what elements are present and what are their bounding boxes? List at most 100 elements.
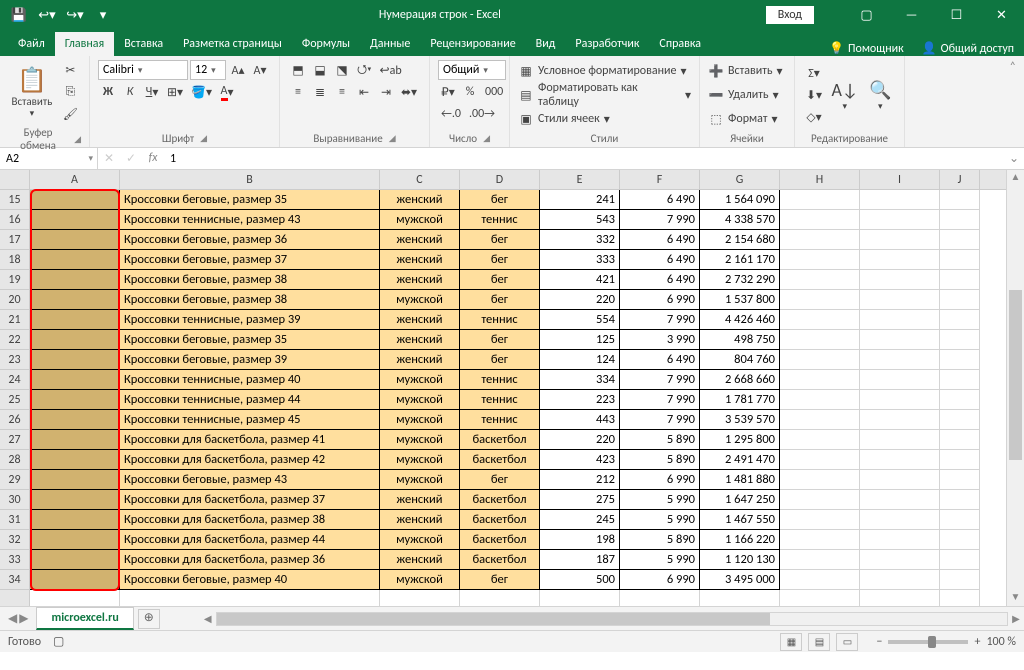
cell[interactable] xyxy=(30,450,120,470)
cancel-formula-icon[interactable]: ✕ xyxy=(98,151,120,166)
page-break-view-icon[interactable]: ▭ xyxy=(836,633,858,651)
cell[interactable]: 4 338 570 xyxy=(700,210,780,230)
align-center-icon[interactable]: ≣ xyxy=(310,82,330,102)
row-header[interactable]: 32 xyxy=(0,530,30,550)
cell[interactable] xyxy=(30,550,120,570)
decrease-indent-icon[interactable]: ⇤ xyxy=(354,82,374,102)
row-header[interactable]: 28 xyxy=(0,450,30,470)
cell[interactable] xyxy=(860,230,940,250)
cell[interactable] xyxy=(780,430,860,450)
cell[interactable]: Кроссовки беговые, размер 38 xyxy=(120,290,380,310)
cell[interactable]: 4 426 460 xyxy=(700,310,780,330)
cell[interactable]: 6 490 xyxy=(620,190,700,210)
cell[interactable]: бег xyxy=(460,350,540,370)
cell[interactable]: 7 990 xyxy=(620,210,700,230)
cell[interactable] xyxy=(860,350,940,370)
align-middle-icon[interactable]: ⬓ xyxy=(310,60,330,80)
format-cells-button[interactable]: ⬚Формат▾ xyxy=(708,108,778,130)
row-header[interactable]: 27 xyxy=(0,430,30,450)
cell[interactable]: 804 760 xyxy=(700,350,780,370)
cell[interactable] xyxy=(30,530,120,550)
italic-button[interactable]: К xyxy=(120,82,140,102)
row-header[interactable]: 33 xyxy=(0,550,30,570)
cell[interactable]: 554 xyxy=(540,310,620,330)
tab-справка[interactable]: Справка xyxy=(649,32,711,56)
cell[interactable]: 332 xyxy=(540,230,620,250)
minimize-icon[interactable]: — xyxy=(889,0,934,30)
cell[interactable]: Кроссовки беговые, размер 35 xyxy=(120,190,380,210)
cell[interactable]: Кроссовки для баскетбола, размер 42 xyxy=(120,450,380,470)
cell[interactable]: мужской xyxy=(380,210,460,230)
cell[interactable]: 2 161 170 xyxy=(700,250,780,270)
wrap-text-icon[interactable]: ↩ab xyxy=(377,60,405,80)
cell[interactable]: 1 166 220 xyxy=(700,530,780,550)
column-header[interactable]: B xyxy=(120,170,380,189)
cell[interactable]: 421 xyxy=(540,270,620,290)
column-header[interactable]: H xyxy=(780,170,860,189)
decrease-decimal-icon[interactable]: .00→ xyxy=(466,104,498,124)
cell[interactable] xyxy=(30,490,120,510)
font-color-button[interactable]: A▾ xyxy=(217,82,237,102)
zoom-out-icon[interactable]: − xyxy=(876,635,882,649)
cell[interactable] xyxy=(30,350,120,370)
cell[interactable]: Кроссовки беговые, размер 38 xyxy=(120,270,380,290)
cell[interactable]: Кроссовки теннисные, размер 45 xyxy=(120,410,380,430)
cell[interactable] xyxy=(540,590,620,606)
enter-formula-icon[interactable]: ✓ xyxy=(120,151,142,166)
select-all-corner[interactable] xyxy=(0,170,30,190)
cell[interactable]: 5 890 xyxy=(620,450,700,470)
zoom-level[interactable]: 100 % xyxy=(986,635,1016,649)
cell[interactable]: баскетбол xyxy=(460,430,540,450)
normal-view-icon[interactable]: ▦ xyxy=(780,633,802,651)
cell[interactable] xyxy=(940,550,980,570)
add-sheet-button[interactable]: ⊕ xyxy=(138,609,160,629)
cell[interactable] xyxy=(780,250,860,270)
login-button[interactable]: Вход xyxy=(766,6,814,24)
sheet-next-icon[interactable]: ▶ xyxy=(19,611,28,626)
cell[interactable] xyxy=(780,230,860,250)
redo-icon[interactable]: ↪▾ xyxy=(64,4,86,26)
cell[interactable]: 275 xyxy=(540,490,620,510)
cell[interactable]: 3 539 570 xyxy=(700,410,780,430)
cell[interactable] xyxy=(860,310,940,330)
cell[interactable] xyxy=(860,430,940,450)
cut-icon[interactable]: ✂ xyxy=(60,60,81,80)
cell[interactable] xyxy=(860,590,940,606)
cell[interactable]: 1 537 800 xyxy=(700,290,780,310)
row-header[interactable]: 25 xyxy=(0,390,30,410)
cell[interactable]: бег xyxy=(460,330,540,350)
cell[interactable]: Кроссовки для баскетбола, размер 38 xyxy=(120,510,380,530)
cell[interactable] xyxy=(860,530,940,550)
cell[interactable]: 220 xyxy=(540,290,620,310)
cell[interactable] xyxy=(860,290,940,310)
cell[interactable] xyxy=(940,390,980,410)
cell[interactable] xyxy=(940,210,980,230)
cell[interactable] xyxy=(780,350,860,370)
cell[interactable]: 5 990 xyxy=(620,490,700,510)
cell[interactable]: 543 xyxy=(540,210,620,230)
cell[interactable]: Кроссовки теннисные, размер 40 xyxy=(120,370,380,390)
cell[interactable] xyxy=(30,330,120,350)
comma-icon[interactable]: 000 xyxy=(482,82,506,102)
insert-cells-button[interactable]: ➕Вставить▾ xyxy=(708,60,783,82)
cell[interactable]: 1 781 770 xyxy=(700,390,780,410)
cell[interactable]: 423 xyxy=(540,450,620,470)
cell[interactable]: 223 xyxy=(540,390,620,410)
cell[interactable] xyxy=(940,590,980,606)
cell[interactable] xyxy=(780,210,860,230)
column-headers[interactable]: ABCDEFGHIJ xyxy=(30,170,1006,190)
cell[interactable]: мужской xyxy=(380,430,460,450)
cell[interactable]: женский xyxy=(380,270,460,290)
cell[interactable]: 6 990 xyxy=(620,570,700,590)
row-header[interactable]: 30 xyxy=(0,490,30,510)
cell[interactable] xyxy=(30,390,120,410)
vertical-scrollbar[interactable]: ▲ ▼ xyxy=(1006,170,1024,606)
cell[interactable]: 6 490 xyxy=(620,270,700,290)
cell[interactable] xyxy=(940,450,980,470)
cell[interactable]: 5 890 xyxy=(620,530,700,550)
copy-icon[interactable]: ⎘ xyxy=(60,82,81,102)
cell[interactable] xyxy=(780,510,860,530)
cell[interactable]: 500 xyxy=(540,570,620,590)
cell[interactable] xyxy=(940,470,980,490)
cell[interactable]: женский xyxy=(380,350,460,370)
